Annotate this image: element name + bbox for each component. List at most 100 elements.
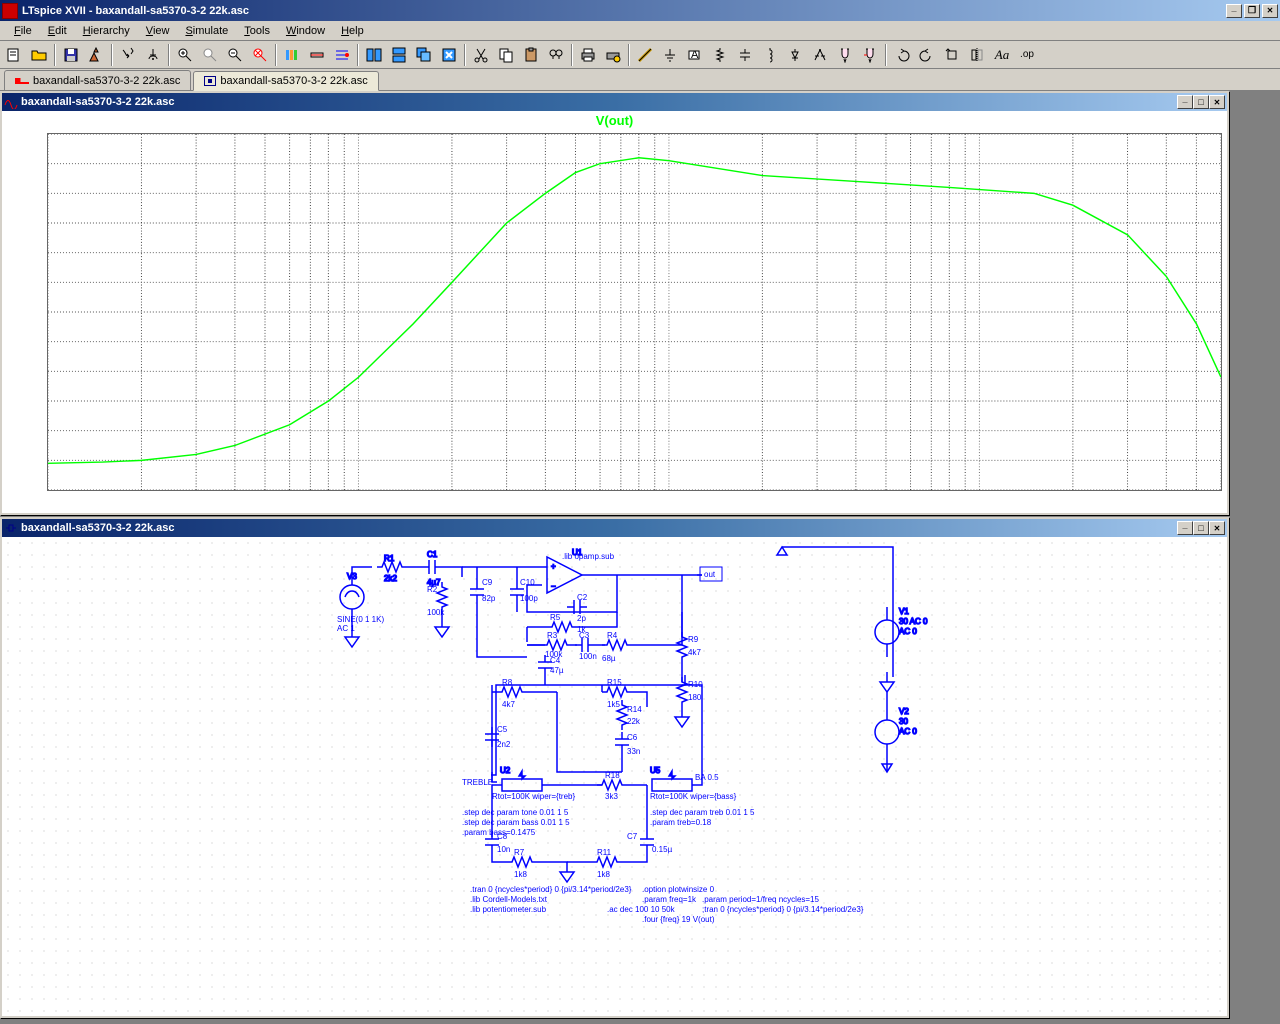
- potentiometer[interactable]: U2: [500, 766, 542, 791]
- menu-hierarchy[interactable]: Hierarchy: [75, 23, 138, 39]
- restore-button[interactable]: [1244, 4, 1260, 18]
- schematic-window[interactable]: baxandall-sa5370-3-2 22k.asc 30 AC 0 V1 …: [0, 517, 1229, 1018]
- autorange-y-button[interactable]: [305, 44, 329, 66]
- paste-button[interactable]: [519, 44, 543, 66]
- menu-simulate[interactable]: Simulate: [177, 23, 236, 39]
- new-schematic-button[interactable]: [2, 44, 26, 66]
- cascade-button[interactable]: [412, 44, 436, 66]
- halt-button[interactable]: [141, 44, 165, 66]
- move-button[interactable]: [833, 44, 857, 66]
- capacitor[interactable]: C1 4µ7: [422, 550, 442, 587]
- y-axis-tick: 42.5dB: [10, 187, 45, 199]
- place-diode-button[interactable]: [783, 44, 807, 66]
- child-close-button[interactable]: [1209, 521, 1225, 535]
- schematic-canvas[interactable]: 30 AC 0 V1 AC 0 V2 30 AC 0 V3: [2, 537, 1227, 1016]
- svg-text:0.15µ: 0.15µ: [652, 845, 673, 854]
- place-cap-button[interactable]: [733, 44, 757, 66]
- label-net-button[interactable]: A: [683, 44, 707, 66]
- tab-schematic[interactable]: baxandall-sa5370-3-2 22k.asc: [193, 71, 378, 91]
- zoom-in-button[interactable]: [173, 44, 197, 66]
- save-button[interactable]: [59, 44, 83, 66]
- resistor[interactable]: R1 2k2: [377, 554, 407, 583]
- svg-text:47µ: 47µ: [550, 666, 564, 675]
- place-res-button[interactable]: [708, 44, 732, 66]
- place-text-button[interactable]: Aa: [990, 44, 1014, 66]
- plot-titlebar[interactable]: baxandall-sa5370-3-2 22k.asc: [2, 93, 1227, 111]
- close-button[interactable]: [1262, 4, 1278, 18]
- print-setup-button[interactable]: [601, 44, 625, 66]
- menu-window[interactable]: Window: [278, 23, 333, 39]
- schematic-drawing[interactable]: 30 AC 0 V1 AC 0 V2 30 AC 0 V3: [2, 537, 1227, 1016]
- net-label-out[interactable]: out: [700, 567, 722, 581]
- menu-edit[interactable]: Edit: [40, 23, 75, 39]
- place-component-button[interactable]: [808, 44, 832, 66]
- waveform-icon: [15, 78, 29, 84]
- place-ind-button[interactable]: [758, 44, 782, 66]
- svg-text:R18: R18: [605, 771, 620, 780]
- svg-text:180: 180: [688, 693, 702, 702]
- tile-horiz-button[interactable]: [387, 44, 411, 66]
- svg-text:R3: R3: [547, 631, 558, 640]
- autorange-x-button[interactable]: [280, 44, 304, 66]
- copy-button[interactable]: [494, 44, 518, 66]
- svg-text:2n2: 2n2: [497, 740, 511, 749]
- plot-area[interactable]: V(out) 43.5dB43.0dB42.5dB42.0dB41.5dB41.…: [2, 111, 1227, 513]
- svg-text:R2: R2: [427, 585, 438, 594]
- tab-label: baxandall-sa5370-3-2 22k.asc: [220, 75, 367, 87]
- trace-label[interactable]: V(out): [2, 113, 1227, 128]
- child-minimize-button[interactable]: [1177, 521, 1193, 535]
- svg-text:30 AC 0: 30 AC 0: [899, 617, 928, 626]
- svg-text:R11: R11: [597, 848, 612, 857]
- svg-text:2k2: 2k2: [384, 574, 397, 583]
- tile-vert-button[interactable]: [362, 44, 386, 66]
- svg-text:.option plotwinsize 0: .option plotwinsize 0: [642, 885, 715, 894]
- drag-button[interactable]: [858, 44, 882, 66]
- draw-wire-button[interactable]: [633, 44, 657, 66]
- undo-button[interactable]: [890, 44, 914, 66]
- child-maximize-button[interactable]: [1193, 521, 1209, 535]
- svg-text:C7: C7: [627, 832, 638, 841]
- cut-button[interactable]: [469, 44, 493, 66]
- svg-text:−: −: [551, 582, 556, 591]
- minimize-button[interactable]: [1226, 4, 1242, 18]
- spice-directive-button[interactable]: .op: [1015, 44, 1039, 66]
- open-button[interactable]: [27, 44, 51, 66]
- mirror-button[interactable]: [965, 44, 989, 66]
- y-axis-tick: 40.0dB: [10, 336, 45, 348]
- svg-text:C1: C1: [427, 550, 438, 559]
- redo-button[interactable]: [915, 44, 939, 66]
- child-maximize-button[interactable]: [1193, 95, 1209, 109]
- close-win-button[interactable]: [437, 44, 461, 66]
- svg-text:+: +: [551, 562, 556, 571]
- potentiometer[interactable]: U5: [650, 766, 692, 791]
- menu-tools[interactable]: Tools: [236, 23, 278, 39]
- y-axis-tick: 39.5dB: [10, 366, 45, 378]
- voltage-source-v1[interactable]: 30 AC 0 V1 AC 0: [875, 607, 928, 657]
- menu-view[interactable]: View: [138, 23, 178, 39]
- voltage-source-v2[interactable]: V2 30 AC 0: [875, 707, 917, 757]
- control-panel-button[interactable]: [84, 44, 108, 66]
- find-button[interactable]: [544, 44, 568, 66]
- marching-waves-button[interactable]: [330, 44, 354, 66]
- tab-waveform[interactable]: baxandall-sa5370-3-2 22k.asc: [4, 70, 191, 90]
- print-button[interactable]: [576, 44, 600, 66]
- y-axis-tick: 43.0dB: [10, 157, 45, 169]
- child-close-button[interactable]: [1209, 95, 1225, 109]
- menu-file[interactable]: File: [6, 23, 40, 39]
- y-axis-tick: 38.0dB: [10, 455, 45, 467]
- zoom-fit-button[interactable]: [248, 44, 272, 66]
- svg-text:TREBLE: TREBLE: [462, 778, 493, 787]
- svg-text:.param period=1/freq ncycles=1: .param period=1/freq ncycles=15: [702, 895, 820, 904]
- svg-text:100n: 100n: [579, 652, 597, 661]
- menu-help[interactable]: Help: [333, 23, 372, 39]
- child-minimize-button[interactable]: [1177, 95, 1193, 109]
- schematic-icon: [204, 76, 216, 86]
- zoom-out-button[interactable]: [223, 44, 247, 66]
- pan-button[interactable]: [198, 44, 222, 66]
- plot-window[interactable]: baxandall-sa5370-3-2 22k.asc V(out) 43.5…: [0, 91, 1229, 515]
- schematic-titlebar[interactable]: baxandall-sa5370-3-2 22k.asc: [2, 519, 1227, 537]
- run-button[interactable]: [116, 44, 140, 66]
- svg-text:C2: C2: [577, 593, 588, 602]
- place-gnd-button[interactable]: [658, 44, 682, 66]
- rotate-button[interactable]: [940, 44, 964, 66]
